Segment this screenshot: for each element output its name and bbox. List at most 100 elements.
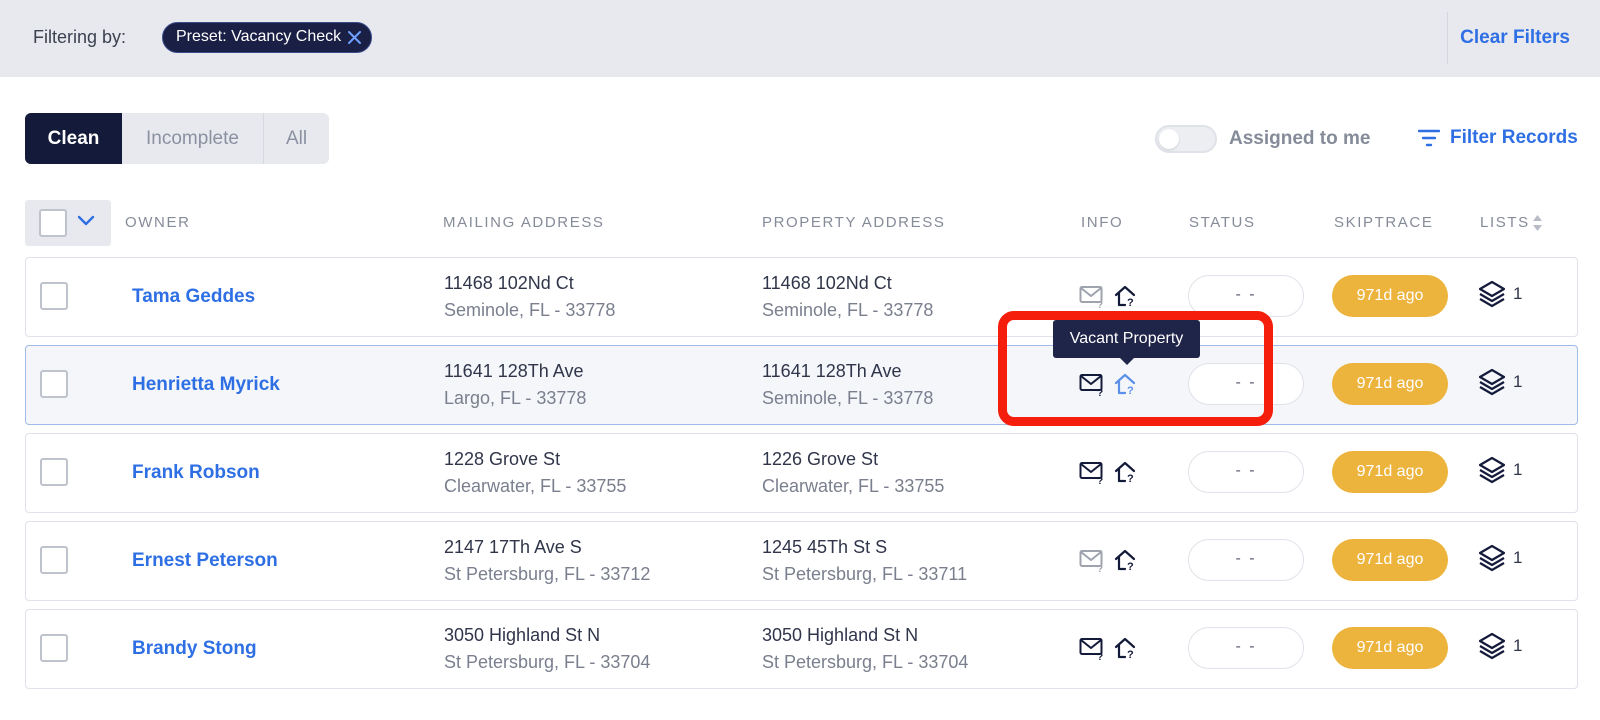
record-tabs: Clean Incomplete All: [25, 113, 329, 164]
owner-name-link[interactable]: Tama Geddes: [132, 286, 255, 308]
property-address-line1: 1245 45Th St S: [762, 537, 888, 557]
mailing-address-line1: 1228 Grove St: [444, 449, 561, 469]
property-address: 1245 45Th St S St Petersburg, FL - 33711: [762, 534, 967, 588]
filter-records-label: Filter Records: [1450, 127, 1578, 148]
property-address: 1226 Grove St Clearwater, FL - 33755: [762, 446, 944, 500]
table-row[interactable]: Henrietta Myrick 11641 128Th Ave Largo, …: [25, 345, 1578, 425]
chevron-down-icon[interactable]: [77, 215, 95, 227]
property-address-line2: Seminole, FL - 33778: [762, 388, 934, 408]
tab-clean[interactable]: Clean: [25, 113, 122, 164]
mail-question-icon[interactable]: ?: [1079, 285, 1105, 309]
preset-chip-label: Preset: Vacancy Check: [176, 28, 342, 45]
owner-name-link[interactable]: Henrietta Myrick: [132, 374, 280, 396]
skiptrace-badge[interactable]: 971d ago: [1332, 451, 1448, 493]
svg-text:?: ?: [1097, 564, 1103, 573]
skiptrace-badge[interactable]: 971d ago: [1332, 627, 1448, 669]
column-header-skiptrace: SKIPTRACE: [1334, 214, 1434, 231]
layers-icon[interactable]: [1478, 544, 1506, 572]
skiptrace-badge[interactable]: 971d ago: [1332, 363, 1448, 405]
house-question-icon[interactable]: ?: [1113, 636, 1139, 662]
row-checkbox[interactable]: [40, 370, 68, 398]
column-header-property-address: PROPERTY ADDRESS: [762, 214, 946, 231]
row-checkbox[interactable]: [40, 282, 68, 310]
svg-text:?: ?: [1127, 649, 1134, 661]
filter-bar: Filtering by: Preset: Vacancy Check Clea…: [0, 0, 1600, 77]
property-address-line1: 11641 128Th Ave: [762, 361, 902, 381]
sort-icon[interactable]: [1532, 214, 1543, 232]
mailing-address-line2: St Petersburg, FL - 33712: [444, 564, 651, 584]
mailing-address: 1228 Grove St Clearwater, FL - 33755: [444, 446, 626, 500]
mailing-address-line2: Seminole, FL - 33778: [444, 300, 616, 320]
svg-text:?: ?: [1127, 473, 1134, 485]
column-header-mailing-address: MAILING ADDRESS: [443, 214, 605, 231]
owner-name-link[interactable]: Frank Robson: [132, 462, 260, 484]
mail-question-icon[interactable]: ?: [1079, 461, 1105, 485]
table-row[interactable]: Tama Geddes 11468 102Nd Ct Seminole, FL …: [25, 257, 1578, 337]
assigned-to-me-label: Assigned to me: [1229, 128, 1371, 149]
filtering-by-label: Filtering by:: [33, 27, 127, 47]
preset-filter-chip[interactable]: Preset: Vacancy Check: [162, 22, 373, 53]
mailing-address-line1: 11641 128Th Ave: [444, 361, 584, 381]
owner-name-link[interactable]: Ernest Peterson: [132, 550, 278, 572]
tab-incomplete[interactable]: Incomplete: [122, 113, 264, 164]
table-row[interactable]: Frank Robson 1228 Grove St Clearwater, F…: [25, 433, 1578, 513]
owner-name-link[interactable]: Brandy Stong: [132, 638, 257, 660]
column-header-owner: OWNER: [125, 214, 191, 231]
column-header-info: INFO: [1081, 214, 1124, 231]
property-address: 11641 128Th Ave Seminole, FL - 33778: [762, 358, 933, 412]
tab-all[interactable]: All: [264, 113, 329, 164]
property-address-line2: Clearwater, FL - 33755: [762, 476, 945, 496]
table-row[interactable]: Brandy Stong 3050 Highland St N St Peter…: [25, 609, 1578, 689]
lists-count: 1: [1513, 636, 1523, 655]
toggle-knob: [1159, 129, 1179, 149]
mailing-address-line2: Largo, FL - 33778: [444, 388, 587, 408]
status-pill[interactable]: - -: [1188, 627, 1304, 669]
svg-text:?: ?: [1127, 297, 1134, 309]
property-address-line2: Seminole, FL - 33778: [762, 300, 934, 320]
mailing-address: 3050 Highland St N St Petersburg, FL - 3…: [444, 622, 650, 676]
status-pill[interactable]: - -: [1188, 539, 1304, 581]
select-all-checkbox[interactable]: [39, 209, 67, 237]
assigned-to-me-toggle[interactable]: [1155, 125, 1217, 153]
property-address: 3050 Highland St N St Petersburg, FL - 3…: [762, 622, 968, 676]
status-pill[interactable]: - -: [1188, 451, 1304, 493]
filter-icon: [1418, 129, 1440, 147]
column-header-status: STATUS: [1189, 214, 1256, 231]
lists-count: 1: [1513, 460, 1523, 479]
clear-filters-button[interactable]: Clear Filters: [1460, 27, 1570, 49]
skiptrace-badge[interactable]: 971d ago: [1332, 539, 1448, 581]
filter-bar-divider: [1447, 12, 1448, 64]
table-row[interactable]: Ernest Peterson 2147 17Th Ave S St Peter…: [25, 521, 1578, 601]
row-checkbox[interactable]: [40, 458, 68, 486]
property-address-line1: 1226 Grove St: [762, 449, 879, 469]
row-checkbox[interactable]: [40, 634, 68, 662]
mail-question-icon[interactable]: ?: [1079, 549, 1105, 573]
mailing-address: 11468 102Nd Ct Seminole, FL - 33778: [444, 270, 615, 324]
layers-icon[interactable]: [1478, 368, 1506, 396]
mailing-address-line1: 2147 17Th Ave S: [444, 537, 582, 557]
lists-count: 1: [1513, 284, 1523, 303]
mailing-address-line2: St Petersburg, FL - 33704: [444, 652, 651, 672]
house-question-icon[interactable]: ?: [1113, 548, 1139, 574]
layers-icon[interactable]: [1478, 280, 1506, 308]
house-question-icon[interactable]: ?: [1113, 460, 1139, 486]
annotation-highlight-box: [998, 311, 1273, 426]
property-address-line2: St Petersburg, FL - 33704: [762, 652, 969, 672]
mailing-address-line1: 11468 102Nd Ct: [444, 273, 574, 293]
svg-text:?: ?: [1127, 561, 1134, 573]
mailing-address: 2147 17Th Ave S St Petersburg, FL - 3371…: [444, 534, 650, 588]
skiptrace-badge[interactable]: 971d ago: [1332, 275, 1448, 317]
filter-records-button[interactable]: Filter Records: [1418, 127, 1578, 149]
select-all-control: [25, 200, 111, 246]
column-header-lists[interactable]: LISTS: [1480, 214, 1530, 231]
property-address-line1: 11468 102Nd Ct: [762, 273, 892, 293]
svg-text:?: ?: [1097, 300, 1103, 309]
row-checkbox[interactable]: [40, 546, 68, 574]
layers-icon[interactable]: [1478, 456, 1506, 484]
house-question-icon[interactable]: ?: [1113, 284, 1139, 310]
svg-text:?: ?: [1097, 652, 1103, 661]
mailing-address: 11641 128Th Ave Largo, FL - 33778: [444, 358, 586, 412]
mail-question-icon[interactable]: ?: [1079, 637, 1105, 661]
layers-icon[interactable]: [1478, 632, 1506, 660]
close-icon[interactable]: [348, 31, 362, 44]
